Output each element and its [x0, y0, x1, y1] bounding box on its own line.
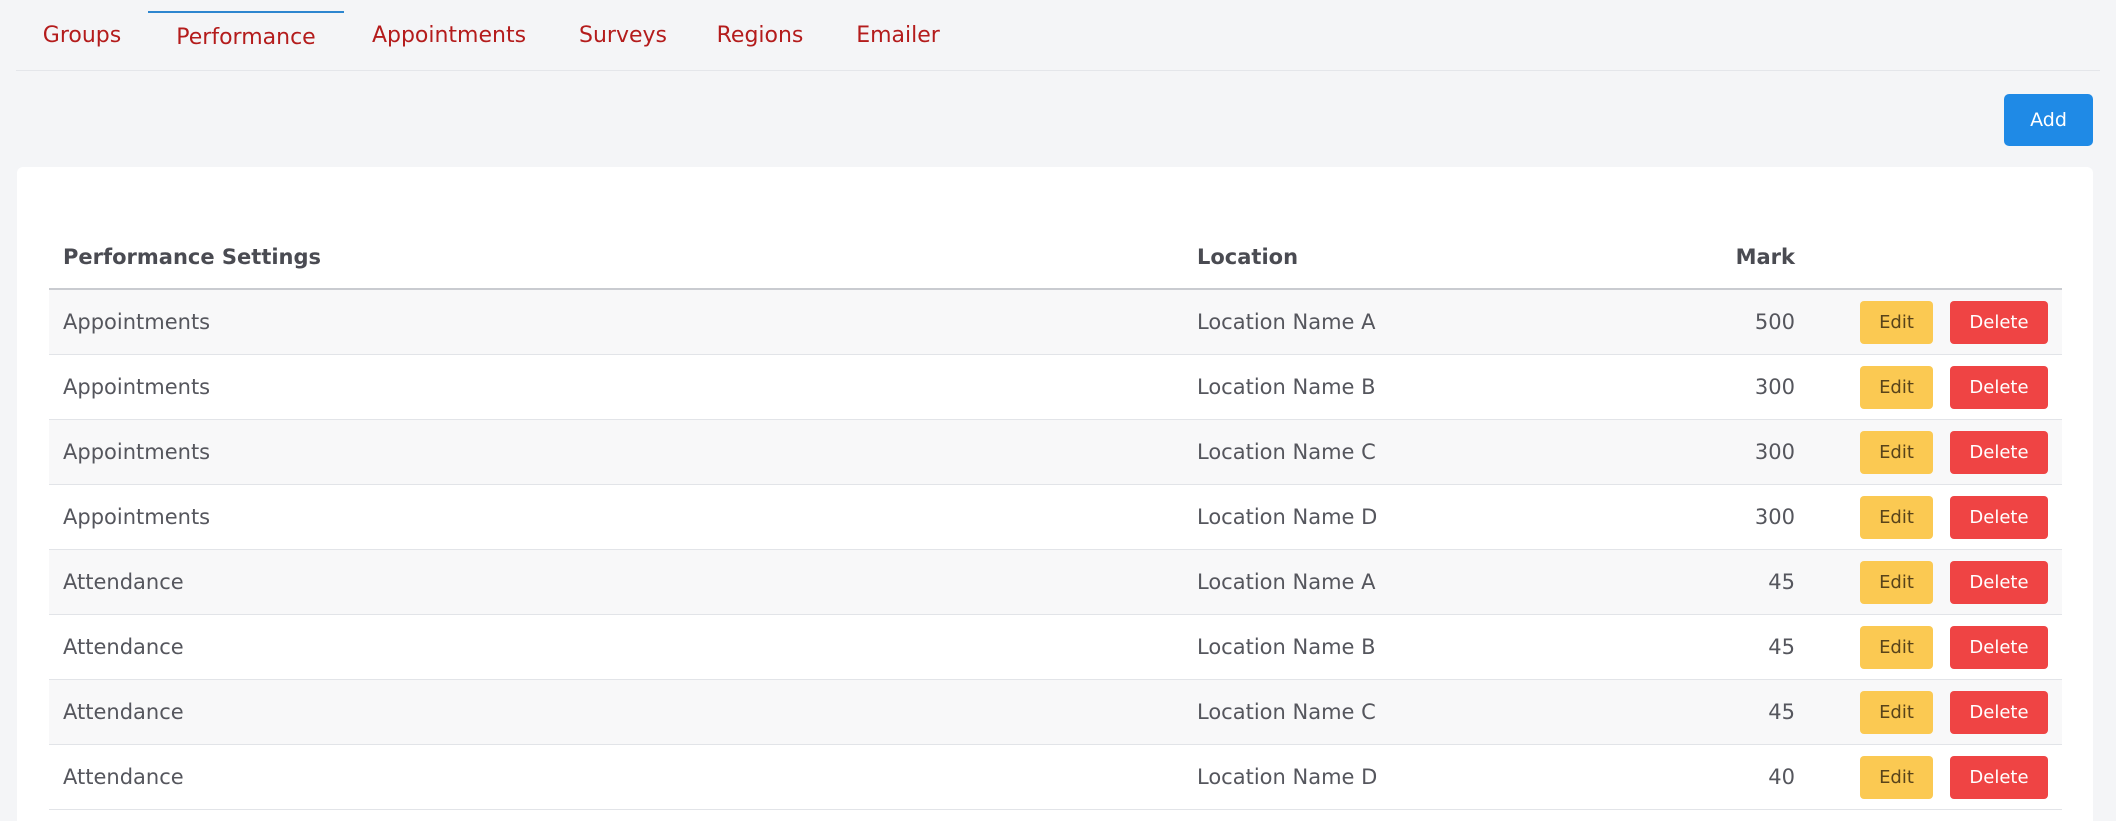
header-mark: Mark [1735, 244, 1795, 269]
header-location: Location [1197, 244, 1299, 269]
delete-button[interactable]: Delete [1950, 690, 2048, 734]
delete-button[interactable]: Delete [1950, 625, 2048, 669]
tab-appointments[interactable]: Appointments [344, 0, 554, 71]
tab-label: Surveys [579, 23, 667, 48]
row-actions: Edit Delete [1795, 430, 2062, 474]
cell-location: Location Name D [1197, 505, 1378, 529]
tab-performance[interactable]: Performance [148, 0, 344, 71]
delete-button[interactable]: Delete [1950, 365, 2048, 409]
row-actions: Edit Delete [1795, 365, 2062, 409]
edit-button[interactable]: Edit [1860, 365, 1933, 409]
edit-button[interactable]: Edit [1860, 300, 1933, 344]
tab-label: Appointments [371, 23, 527, 48]
add-button[interactable]: Add [2004, 94, 2093, 146]
cell-mark: 300 [1754, 440, 1795, 464]
cell-setting: Appointments [63, 375, 211, 399]
row-actions: Edit Delete [1795, 625, 2062, 669]
tab-label: Performance [176, 25, 316, 50]
tab-regions[interactable]: Regions [692, 0, 828, 71]
tab-label: Regions [716, 23, 804, 48]
row-actions: Edit Delete [1795, 690, 2062, 734]
tab-label: Groups [42, 23, 122, 48]
delete-button[interactable]: Delete [1950, 495, 2048, 539]
edit-button[interactable]: Edit [1860, 625, 1933, 669]
performance-settings-card: Performance Settings Location Mark Appoi… [17, 167, 2093, 821]
cell-setting: Appointments [63, 440, 211, 464]
edit-button[interactable]: Edit [1860, 430, 1933, 474]
edit-button[interactable]: Edit [1860, 495, 1933, 539]
cell-location: Location Name B [1197, 375, 1376, 399]
performance-settings-table: Performance Settings Location Mark Appoi… [49, 225, 2062, 810]
table-row: Attendance Location Name A 45 Edit Delet… [49, 550, 2062, 615]
edit-button[interactable]: Edit [1860, 755, 1933, 799]
delete-button[interactable]: Delete [1950, 755, 2048, 799]
table-row: Attendance Location Name C 45 Edit Delet… [49, 680, 2062, 745]
tab-emailer[interactable]: Emailer [828, 0, 968, 71]
cell-location: Location Name B [1197, 635, 1376, 659]
delete-button[interactable]: Delete [1950, 300, 2048, 344]
cell-setting: Attendance [63, 635, 184, 659]
cell-mark: 45 [1768, 570, 1795, 594]
cell-setting: Attendance [63, 700, 184, 724]
table-row: Appointments Location Name B 300 Edit De… [49, 355, 2062, 420]
cell-setting: Attendance [63, 570, 184, 594]
cell-mark: 45 [1768, 635, 1795, 659]
row-actions: Edit Delete [1795, 560, 2062, 604]
row-actions: Edit Delete [1795, 755, 2062, 799]
tab-groups[interactable]: Groups [16, 0, 148, 71]
cell-location: Location Name D [1197, 765, 1378, 789]
tab-surveys[interactable]: Surveys [554, 0, 692, 71]
edit-button[interactable]: Edit [1860, 690, 1933, 734]
tab-bar: Groups Performance Appointments Surveys … [16, 0, 2100, 71]
cell-mark: 300 [1754, 505, 1795, 529]
cell-mark: 300 [1754, 375, 1795, 399]
table-header: Performance Settings Location Mark [49, 225, 2062, 290]
table-row: Attendance Location Name D 40 Edit Delet… [49, 745, 2062, 810]
cell-location: Location Name C [1197, 700, 1376, 724]
cell-mark: 40 [1768, 765, 1795, 789]
delete-button[interactable]: Delete [1950, 430, 2048, 474]
cell-setting: Attendance [63, 765, 184, 789]
edit-button[interactable]: Edit [1860, 560, 1933, 604]
cell-location: Location Name A [1197, 310, 1376, 334]
cell-mark: 500 [1754, 310, 1795, 334]
table-row: Appointments Location Name A 500 Edit De… [49, 290, 2062, 355]
tab-label: Emailer [856, 23, 940, 48]
cell-mark: 45 [1768, 700, 1795, 724]
table-row: Appointments Location Name D 300 Edit De… [49, 485, 2062, 550]
delete-button[interactable]: Delete [1950, 560, 2048, 604]
cell-location: Location Name A [1197, 570, 1376, 594]
table-row: Attendance Location Name B 45 Edit Delet… [49, 615, 2062, 680]
header-performance-settings: Performance Settings [63, 244, 322, 269]
table-row: Appointments Location Name C 300 Edit De… [49, 420, 2062, 485]
row-actions: Edit Delete [1795, 495, 2062, 539]
cell-setting: Appointments [63, 310, 211, 334]
cell-setting: Appointments [63, 505, 211, 529]
cell-location: Location Name C [1197, 440, 1376, 464]
row-actions: Edit Delete [1795, 300, 2062, 344]
